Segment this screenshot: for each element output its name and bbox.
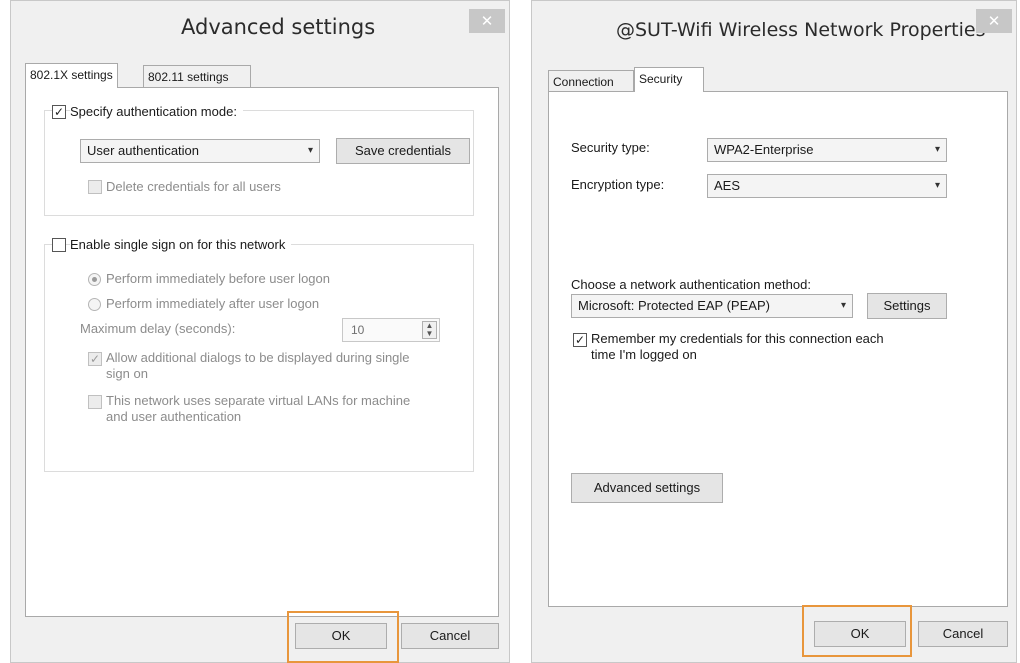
remember-credentials-checkbox[interactable]: ✓ [573, 333, 587, 347]
cancel-button[interactable]: Cancel [918, 621, 1008, 647]
wireless-properties-dialog: @SUT-Wifi Wireless Network Properties ✕ … [531, 0, 1017, 663]
tab-pane-802-1x: ✓ Specify authentication mode: User auth… [25, 87, 499, 617]
chevron-down-icon: ▾ [840, 300, 846, 311]
tab-802-1x-settings[interactable]: 802.1X settings [25, 63, 118, 88]
title-bar: @SUT-Wifi Wireless Network Properties ✕ [532, 1, 1016, 63]
radio-after-logon[interactable] [88, 298, 101, 311]
button-label: Save credentials [354, 143, 452, 158]
remember-credentials-label-line1: Remember my credentials for this connect… [591, 331, 884, 346]
remember-credentials-label-line2: time I'm logged on [591, 347, 697, 362]
spinner-arrows-icon[interactable]: ▲ ▼ [422, 321, 437, 339]
encryption-type-value: AES [714, 178, 741, 193]
radio-before-logon[interactable] [88, 273, 101, 286]
title-bar: Advanced settings ✕ [11, 1, 509, 63]
max-delay-spinner[interactable]: 10 ▲ ▼ [342, 318, 440, 342]
chevron-down-icon: ▾ [934, 180, 940, 191]
auth-mode-value: User authentication [87, 143, 200, 158]
tab-label: Connection [553, 75, 614, 89]
button-label: Advanced settings [593, 480, 701, 495]
auth-mode-select[interactable]: User authentication ▾ [80, 139, 320, 163]
tab-pane-security: Security type: WPA2-Enterprise ▾ Encrypt… [548, 91, 1008, 607]
tab-label: 802.11 settings [148, 70, 229, 84]
close-button[interactable]: ✕ [976, 9, 1012, 33]
cancel-button[interactable]: Cancel [401, 623, 499, 649]
chevron-down-icon: ▾ [934, 144, 940, 155]
advanced-settings-dialog: Advanced settings ✕ 802.1X settings 802.… [10, 0, 510, 663]
chevron-down-icon: ▾ [307, 145, 313, 156]
check-icon: ✓ [53, 105, 65, 119]
tab-802-11-settings[interactable]: 802.11 settings [143, 65, 251, 87]
auth-method-label: Choose a network authentication method: [571, 277, 811, 292]
encryption-type-select[interactable]: AES ▾ [707, 174, 947, 198]
button-label: Cancel [429, 628, 471, 643]
radio-before-logon-label: Perform immediately before user logon [106, 271, 330, 286]
allow-dialogs-label-line2: sign on [106, 366, 148, 381]
ok-highlight-box [802, 605, 912, 657]
close-button[interactable]: ✕ [469, 9, 505, 33]
allow-dialogs-checkbox[interactable]: ✓ [88, 352, 102, 366]
save-credentials-button[interactable]: Save credentials [336, 138, 470, 164]
security-type-value: WPA2-Enterprise [714, 142, 814, 157]
specify-auth-label: Specify authentication mode: [70, 104, 243, 119]
tab-label: Security [639, 72, 683, 86]
max-delay-value: 10 [351, 323, 365, 337]
delete-credentials-label: Delete credentials for all users [106, 179, 281, 194]
security-type-label: Security type: [571, 140, 650, 155]
close-icon: ✕ [987, 12, 1001, 30]
button-label: Settings [883, 298, 931, 313]
ok-highlight-box [287, 611, 399, 663]
tab-security[interactable]: Security [634, 67, 704, 92]
dialog-title: @SUT-Wifi Wireless Network Properties [616, 19, 986, 41]
advanced-settings-button[interactable]: Advanced settings [571, 473, 723, 503]
auth-method-select[interactable]: Microsoft: Protected EAP (PEAP) ▾ [571, 294, 853, 318]
delete-credentials-checkbox[interactable] [88, 180, 102, 194]
allow-dialogs-label-line1: Allow additional dialogs to be displayed… [106, 350, 410, 365]
check-icon: ✓ [89, 352, 101, 366]
button-label: Cancel [942, 626, 984, 641]
close-icon: ✕ [480, 12, 494, 30]
sso-checkbox[interactable] [52, 238, 66, 252]
tab-connection[interactable]: Connection [548, 70, 634, 92]
max-delay-label: Maximum delay (seconds): [80, 321, 236, 336]
radio-after-logon-label: Perform immediately after user logon [106, 296, 320, 311]
separate-vlan-label-line2: and user authentication [106, 409, 242, 424]
separate-vlan-label-line1: This network uses separate virtual LANs … [106, 393, 411, 408]
security-type-select[interactable]: WPA2-Enterprise ▾ [707, 138, 947, 162]
auth-method-value: Microsoft: Protected EAP (PEAP) [578, 298, 770, 313]
separate-vlan-checkbox[interactable] [88, 395, 102, 409]
specify-auth-checkbox[interactable]: ✓ [52, 105, 66, 119]
encryption-type-label: Encryption type: [571, 177, 665, 192]
spin-down-icon: ▼ [425, 329, 434, 338]
check-icon: ✓ [574, 333, 586, 347]
tab-label: 802.1X settings [30, 68, 113, 82]
dialog-title: Advanced settings [181, 15, 376, 39]
sso-label: Enable single sign on for this network [70, 237, 292, 252]
settings-button[interactable]: Settings [867, 293, 947, 319]
